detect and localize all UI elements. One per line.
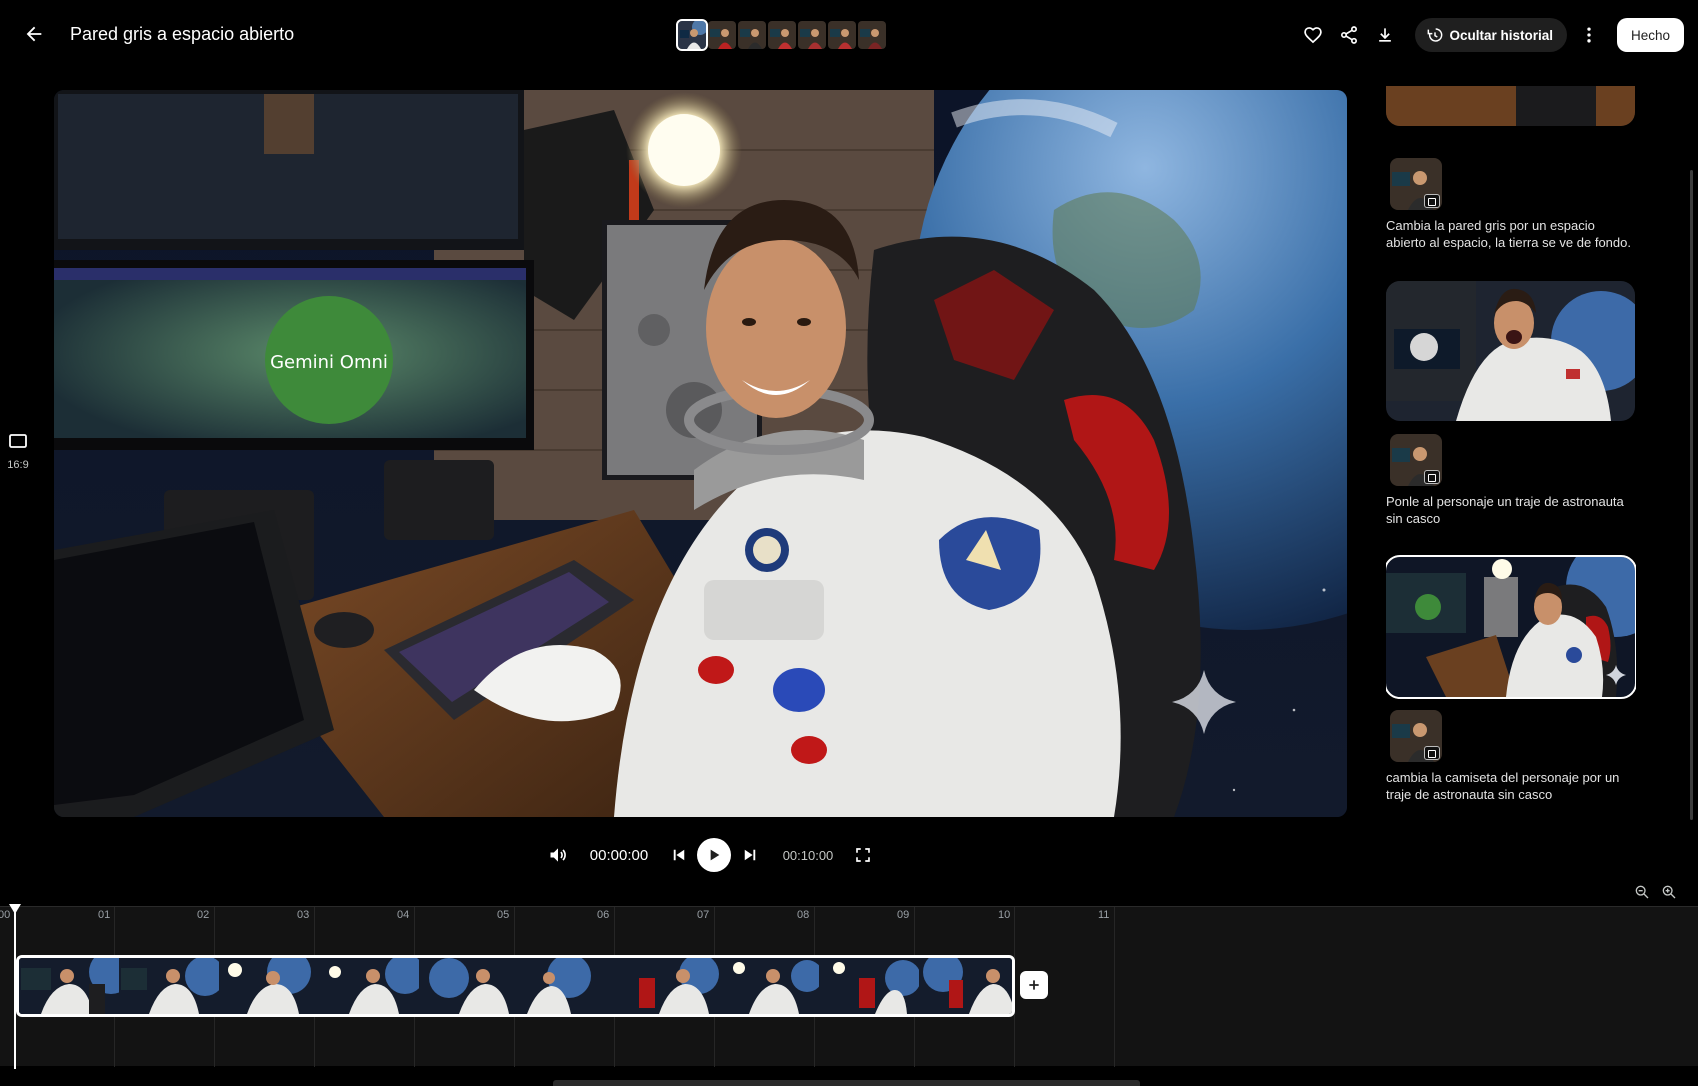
volume-icon (550, 848, 566, 862)
timeline-tick-label: 06 (597, 909, 610, 921)
history-icon (1428, 28, 1443, 42)
add-clip-button[interactable] (1020, 971, 1048, 999)
skip-next-button[interactable] (737, 838, 763, 872)
history-output-thumbnail-selected[interactable] (1386, 555, 1636, 699)
clip-frame (19, 958, 119, 1014)
timeline-tick-label: 07 (697, 909, 710, 921)
clip-frame (719, 958, 819, 1014)
timeline-video-clip[interactable] (16, 955, 1015, 1017)
timeline-tick-label: 09 (897, 909, 910, 921)
version-thumbnail[interactable] (828, 21, 856, 49)
history-source-thumbnail[interactable] (1390, 434, 1442, 486)
more-options-button[interactable] (1575, 21, 1603, 49)
history-output-thumbnail[interactable] (1386, 281, 1635, 421)
timeline-tick-label: 03 (297, 909, 310, 921)
aspect-ratio-label: 16:9 (7, 459, 29, 471)
heart-icon (1304, 27, 1323, 44)
history-prompt-text: Cambia la pared gris por un espacio abie… (1386, 218, 1631, 250)
clip-frame (119, 958, 219, 1014)
timeline[interactable]: 00 01 02 03 04 05 06 07 08 09 10 11 (0, 906, 1698, 1067)
hide-history-button[interactable]: Ocultar historial (1415, 18, 1567, 52)
share-button[interactable] (1335, 21, 1363, 49)
version-thumbnail[interactable] (768, 21, 796, 49)
back-button[interactable] (18, 18, 50, 50)
fullscreen-icon (856, 848, 870, 862)
timeline-tick-label: 10 (998, 909, 1011, 921)
timeline-tick (1114, 907, 1115, 1067)
version-thumbnail[interactable] (676, 19, 708, 51)
history-scrollbar[interactable] (1690, 170, 1693, 820)
favorite-button[interactable] (1299, 21, 1327, 49)
zoom-in-button[interactable] (1657, 880, 1681, 904)
preview-frame-image: Gemini Omni (54, 90, 1347, 817)
player-controls: 00:00:00 00:10:00 (0, 838, 1698, 874)
skip-previous-button[interactable] (666, 838, 692, 872)
fullscreen-button[interactable] (850, 838, 876, 872)
version-thumbnail[interactable] (858, 21, 886, 49)
back-arrow-icon (26, 26, 42, 42)
zoom-out-button[interactable] (1630, 880, 1654, 904)
aspect-ratio-control[interactable]: 16:9 (6, 434, 30, 471)
version-thumbnail-strip (676, 19, 886, 51)
bottom-panel-handle[interactable] (553, 1080, 1140, 1086)
history-source-thumbnail[interactable] (1390, 158, 1442, 210)
history-output-thumbnail[interactable] (1386, 86, 1635, 126)
clip-frame (219, 958, 319, 1014)
download-icon (1379, 28, 1392, 42)
clip-frame (819, 958, 919, 1014)
share-icon (1341, 26, 1358, 44)
download-button[interactable] (1371, 21, 1399, 49)
history-prompt-text: cambia la camiseta del personaje por un … (1386, 770, 1620, 802)
playhead-line (14, 912, 16, 1069)
skip-previous-icon (673, 849, 685, 861)
clip-frame (619, 958, 719, 1014)
play-icon (710, 849, 720, 861)
top-bar: Pared gris a espacio abierto Ocultar his… (0, 0, 1698, 70)
timeline-tick-label: 04 (397, 909, 410, 921)
clip-frame (919, 958, 1012, 1014)
history-panel: Cambia la pared gris por un espacio abie… (1386, 86, 1636, 821)
version-thumbnail[interactable] (798, 21, 826, 49)
more-vert-icon (1587, 27, 1591, 43)
video-badge-icon (1424, 194, 1440, 208)
version-thumbnail[interactable] (708, 21, 736, 49)
zoom-in-icon (1662, 885, 1676, 899)
clip-frame (519, 958, 619, 1014)
top-actions: Ocultar historial Hecho (1299, 18, 1684, 52)
current-time: 00:00:00 (589, 846, 649, 864)
timeline-playhead[interactable] (9, 904, 21, 1069)
done-button[interactable]: Hecho (1616, 18, 1684, 52)
video-preview[interactable]: Gemini Omni (54, 90, 1347, 817)
hide-history-label: Ocultar historial (1449, 27, 1553, 43)
history-prompt-text: Ponle al personaje un traje de astronaut… (1386, 494, 1624, 526)
clip-frame (319, 958, 419, 1014)
video-badge-icon (1424, 746, 1440, 760)
timeline-tick-label: 05 (497, 909, 510, 921)
page-title: Pared gris a espacio abierto (70, 24, 295, 44)
add-clip-icon (1029, 980, 1039, 990)
duration: 00:10:00 (782, 847, 834, 863)
timeline-tick-label: 02 (197, 909, 210, 921)
play-button[interactable] (697, 838, 731, 872)
svg-text:Gemini Omni: Gemini Omni (270, 352, 388, 373)
clip-frame (419, 958, 519, 1014)
zoom-out-icon (1635, 885, 1649, 899)
history-source-thumbnail[interactable] (1390, 710, 1442, 762)
version-thumbnail[interactable] (738, 21, 766, 49)
timeline-tick-label: 01 (98, 909, 111, 921)
timeline-tick-label: 11 (1098, 909, 1110, 921)
timeline-tick-label: 08 (797, 909, 810, 921)
skip-next-icon (744, 849, 756, 861)
aspect-ratio-icon (9, 434, 27, 448)
volume-button[interactable] (544, 838, 572, 872)
video-badge-icon (1424, 470, 1440, 484)
